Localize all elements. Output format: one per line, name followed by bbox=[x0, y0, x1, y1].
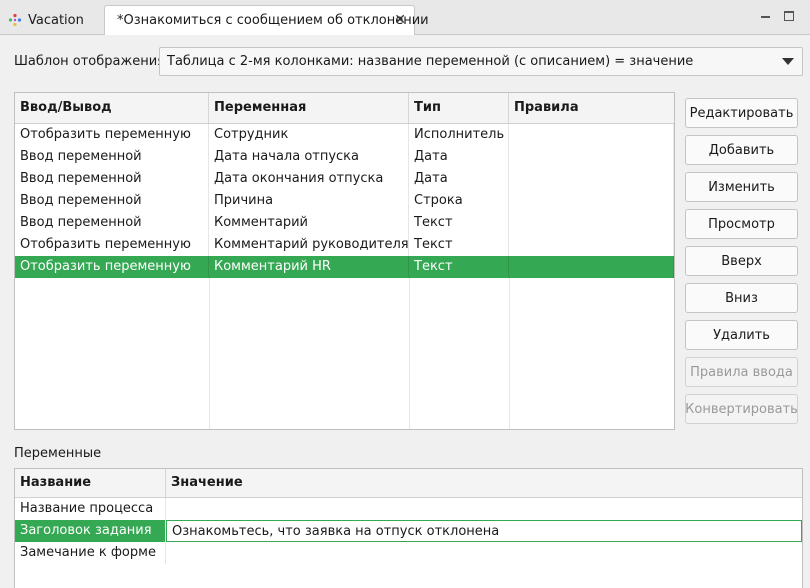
column-header-name[interactable]: Название bbox=[15, 469, 166, 497]
cell-rules bbox=[509, 168, 674, 190]
cell-variable: Причина bbox=[209, 190, 409, 212]
edit-button[interactable]: Редактировать bbox=[685, 98, 798, 128]
cell-type: Исполнитель bbox=[409, 124, 509, 146]
cell-rules bbox=[509, 256, 674, 278]
template-select-value: Таблица с 2-мя колонками: название перем… bbox=[167, 54, 694, 69]
table-row[interactable]: Ввод переменной Дата начала отпуска Дата bbox=[15, 146, 674, 168]
variables-table[interactable]: Название Значение Название процесса Загол… bbox=[14, 468, 803, 588]
editor-tab-bar: Vacation *Ознакомиться с сообщением об о… bbox=[0, 0, 810, 35]
variables-section-label: Переменные bbox=[14, 446, 102, 461]
cell-variable: Комментарий руководителя bbox=[209, 234, 409, 256]
cell-variable: Комментарий bbox=[209, 212, 409, 234]
table-row[interactable]: Отобразить переменную Комментарий HR Текст bbox=[15, 256, 674, 278]
cell-type: Текст bbox=[409, 212, 509, 234]
table-body: Название процесса Заголовок задания Ознако… bbox=[15, 498, 802, 564]
cell-variable: Сотрудник bbox=[209, 124, 409, 146]
view-button[interactable]: Просмотр bbox=[685, 209, 798, 239]
tab-vacation[interactable]: Vacation bbox=[0, 5, 104, 35]
tab-form-label: *Ознакомиться с сообщением об отклонении bbox=[117, 13, 429, 28]
column-header-variable[interactable]: Переменная bbox=[209, 93, 409, 123]
column-header-type[interactable]: Тип bbox=[409, 93, 509, 123]
cell-type: Текст bbox=[409, 256, 509, 278]
form-editor: Шаблон отображения Таблица с 2-мя колонк… bbox=[0, 36, 810, 588]
cell-value[interactable] bbox=[166, 542, 802, 564]
table-row[interactable]: Ввод переменной Причина Строка bbox=[15, 190, 674, 212]
process-icon bbox=[8, 13, 22, 27]
cell-value[interactable]: Ознакомьтесь, что заявка на отпуск откло… bbox=[166, 520, 802, 542]
table-body: Отобразить переменную Сотрудник Исполнител… bbox=[15, 124, 674, 278]
column-header-io[interactable]: Ввод/Вывод bbox=[15, 93, 209, 123]
add-button[interactable]: Добавить bbox=[685, 135, 798, 165]
dropdown-arrow-icon[interactable] bbox=[782, 58, 794, 65]
table-row[interactable]: Ввод переменной Комментарий Текст bbox=[15, 212, 674, 234]
minimize-icon[interactable] bbox=[761, 11, 771, 21]
convert-button[interactable]: Конвертировать bbox=[685, 394, 798, 424]
cell-io: Ввод переменной bbox=[15, 190, 209, 212]
column-divider bbox=[409, 278, 410, 429]
change-button[interactable]: Изменить bbox=[685, 172, 798, 202]
cell-variable: Комментарий HR bbox=[209, 256, 409, 278]
cell-type: Дата bbox=[409, 146, 509, 168]
column-divider bbox=[509, 278, 510, 429]
table-header: Название Значение bbox=[15, 469, 802, 498]
cell-name: Название процесса bbox=[15, 498, 166, 520]
cell-rules bbox=[509, 146, 674, 168]
table-row[interactable]: Отобразить переменную Комментарий руковод… bbox=[15, 234, 674, 256]
table-row[interactable]: Отобразить переменную Сотрудник Исполнител… bbox=[15, 124, 674, 146]
table-row[interactable]: Название процесса bbox=[15, 498, 802, 520]
cell-variable: Дата начала отпуска bbox=[209, 146, 409, 168]
cell-rules bbox=[509, 234, 674, 256]
table-row[interactable]: Ввод переменной Дата окончания отпуска Дат… bbox=[15, 168, 674, 190]
close-icon[interactable]: ✕ bbox=[394, 12, 406, 28]
cell-name: Заголовок задания bbox=[15, 520, 166, 542]
cell-name: Замечание к форме bbox=[15, 542, 166, 564]
column-header-rules[interactable]: Правила bbox=[509, 93, 674, 123]
cell-rules bbox=[509, 190, 674, 212]
tab-form[interactable]: *Ознакомиться с сообщением об отклонении… bbox=[104, 5, 429, 35]
variables-io-table[interactable]: Ввод/Вывод Переменная Тип Правила Отобра… bbox=[14, 92, 675, 430]
column-divider bbox=[209, 278, 210, 429]
move-down-button[interactable]: Вниз bbox=[685, 283, 798, 313]
cell-io: Ввод переменной bbox=[15, 146, 209, 168]
column-header-value[interactable]: Значение bbox=[166, 469, 802, 497]
template-label: Шаблон отображения bbox=[14, 54, 165, 69]
tab-vacation-label: Vacation bbox=[28, 12, 84, 28]
table-row[interactable]: Заголовок задания Ознакомьтесь, что заявк… bbox=[15, 520, 802, 542]
cell-type: Текст bbox=[409, 234, 509, 256]
cell-type: Дата bbox=[409, 168, 509, 190]
cell-io: Ввод переменной bbox=[15, 212, 209, 234]
cell-io: Отобразить переменную bbox=[15, 256, 209, 278]
delete-button[interactable]: Удалить bbox=[685, 320, 798, 350]
cell-value[interactable] bbox=[166, 498, 802, 520]
move-up-button[interactable]: Вверх bbox=[685, 246, 798, 276]
maximize-icon[interactable] bbox=[784, 11, 794, 21]
table-header: Ввод/Вывод Переменная Тип Правила bbox=[15, 93, 674, 124]
cell-io: Ввод переменной bbox=[15, 168, 209, 190]
cell-io: Отобразить переменную bbox=[15, 124, 209, 146]
template-select[interactable]: Таблица с 2-мя колонками: название перем… bbox=[159, 47, 803, 76]
cell-rules bbox=[509, 124, 674, 146]
table-row[interactable]: Замечание к форме bbox=[15, 542, 802, 564]
input-rules-button[interactable]: Правила ввода bbox=[685, 357, 798, 387]
cell-io: Отобразить переменную bbox=[15, 234, 209, 256]
cell-type: Строка bbox=[409, 190, 509, 212]
cell-variable: Дата окончания отпуска bbox=[209, 168, 409, 190]
cell-rules bbox=[509, 212, 674, 234]
